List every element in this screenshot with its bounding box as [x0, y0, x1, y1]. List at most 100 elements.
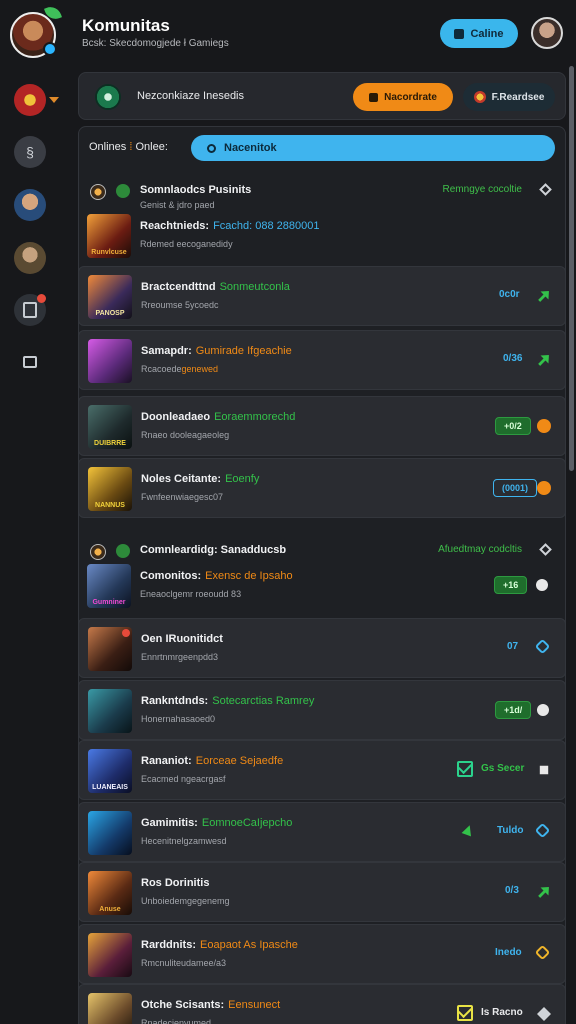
row-title-main: Doonleadaeo [141, 411, 211, 423]
scrollbar[interactable] [568, 66, 574, 1024]
app-subtitle: Bcsk: Skecdomogjede ł Gamiegs [82, 38, 229, 49]
sidebar-item-discover[interactable]: § [14, 136, 46, 168]
row-subtitle: Rnaeo dooleagaeoleg [141, 430, 229, 440]
row-subtitle-text: Hecenitnelgzamwesd [141, 836, 227, 846]
row-title-main: Reachtnieds: [140, 220, 210, 232]
sidebar-item-guild[interactable] [14, 84, 46, 116]
share-arrow-icon[interactable] [534, 350, 554, 370]
community-thumbnail[interactable]: NANNUS [88, 467, 132, 511]
dark-action-button[interactable]: F.Reardsee [463, 83, 555, 111]
community-thumbnail[interactable] [88, 933, 132, 977]
community-avatar[interactable] [10, 4, 62, 58]
trophy-icon [473, 91, 486, 103]
checkbox-icon[interactable] [457, 761, 473, 777]
community-thumbnail[interactable]: Runvlcuse [87, 214, 131, 258]
community-thumbnail[interactable] [88, 339, 132, 383]
community-row[interactable]: Otche Scisants: Eensunect Rnadecienvumed Is… [78, 984, 566, 1024]
row-title: Rarddnits: Eoapaot As Ipasche [141, 939, 298, 951]
community-thumbnail[interactable] [88, 627, 132, 671]
community-row[interactable]: Rarddnits: Eoapaot As Ipasche Rmcnuliteuda… [78, 924, 566, 984]
settings-diamond-icon[interactable] [539, 543, 552, 556]
status-dot-icon[interactable] [536, 579, 548, 591]
chevron-down-icon[interactable] [49, 97, 59, 103]
share-arrow-icon[interactable] [534, 286, 554, 306]
row-title-main: Gamimitis: [141, 817, 198, 829]
settings-diamond-icon[interactable] [539, 183, 552, 196]
community-row[interactable]: PANOSP Bractcendttnd Sonmeutconla Rreoumse … [78, 266, 566, 326]
coin-icon[interactable] [537, 419, 551, 433]
row-title: Gamimitis: EomnoeCaIjepcho [141, 817, 292, 829]
community-row[interactable]: Gumniner Comonitos: Exensc de Ipsaho Eneaoc… [78, 556, 566, 616]
row-subtitle: Rnadecienvumed [141, 1018, 211, 1024]
community-thumbnail[interactable] [88, 811, 132, 855]
sidebar-item-inbox[interactable] [20, 352, 40, 372]
trend-up-icon [461, 823, 475, 837]
leaf-icon [44, 4, 62, 22]
row-subtitle-highlight: genewed [181, 364, 219, 374]
row-title-main: Comonitos: [140, 570, 202, 582]
row-title-tag: Exensc de Ipsaho [205, 570, 293, 582]
community-thumbnail[interactable]: Anuse [88, 871, 132, 915]
sidebar-item-notes[interactable] [14, 294, 46, 326]
row-title-main: Rarddnits: [141, 939, 196, 951]
row-value: Inedo [495, 947, 522, 958]
swirl-icon[interactable] [534, 944, 551, 961]
sidebar-item-friend-2[interactable] [14, 242, 46, 274]
row-title: Rankntdnds: Sotecarctias Ramrey [141, 695, 314, 707]
search-bar[interactable] [191, 135, 555, 161]
community-thumbnail[interactable] [88, 993, 132, 1024]
community-thumbnail[interactable]: PANOSP [88, 275, 132, 319]
row-value: Tuldo [497, 825, 524, 836]
community-thumbnail[interactable]: Gumniner [87, 564, 131, 608]
orange-action-button[interactable]: Nacordrate [353, 83, 453, 111]
user-avatar[interactable] [531, 17, 563, 49]
search-input[interactable] [224, 142, 524, 154]
community-row[interactable]: Rankntdnds: Sotecarctias Ramrey Honernahas… [78, 680, 566, 740]
swirl-icon[interactable] [534, 822, 551, 839]
community-row[interactable]: Oen IRuonitidct Ennrtnmrgeenpdd3 07 [78, 618, 566, 678]
community-thumbnail[interactable] [88, 689, 132, 733]
row-subtitle: Honernahasaoed0 [141, 714, 215, 724]
thumbnail-caption: DUIBRRE [94, 440, 126, 447]
community-row[interactable]: DUIBRRE Doonleadaeo Eoraemmorechd Rnaeo doo… [78, 396, 566, 456]
row-value: Is Racno [481, 1007, 523, 1018]
share-arrow-icon[interactable] [534, 882, 554, 902]
row-value: 0/3 [505, 885, 519, 896]
coin-icon[interactable] [537, 481, 551, 495]
section-status: Afuedtmay codcltis [438, 544, 522, 555]
online-button[interactable]: Caline [440, 19, 518, 48]
row-subtitle-text: Rcacoede [141, 364, 182, 374]
community-row[interactable]: Anuse Ros Dorinitis Unboiedemgegenemg 0/3 [78, 862, 566, 922]
community-thumbnail[interactable]: LUANEAIS [88, 749, 132, 793]
row-subtitle: Ennrtnmrgeenpdd3 [141, 652, 218, 662]
notification-text: Nezconkiaze Inesedis [137, 90, 245, 102]
row-value: 07 [507, 641, 519, 652]
checkbox-icon[interactable] [457, 1005, 473, 1021]
row-title: Noles Ceitante: Eoenfy [141, 473, 259, 485]
scrollbar-thumb[interactable] [569, 66, 574, 471]
row-title-tag: Sonmeutconla [219, 281, 290, 293]
notification-bar: Nezconkiaze Inesedis Nacordrate F.Reards… [78, 72, 566, 120]
community-thumbnail[interactable]: DUIBRRE [88, 405, 132, 449]
row-subtitle: Fwnfeenwiaegesc07 [141, 492, 223, 502]
community-row[interactable]: Samapdr: Gumirade Ifgeachie Rcacoedegenewe… [78, 330, 566, 390]
community-row[interactable]: Gamimitis: EomnoeCaIjepcho Hecenitnelgzamw… [78, 802, 566, 862]
community-row[interactable]: LUANEAIS Rananiot: Eorceae Sejaedfe Ecacmed… [78, 740, 566, 800]
dice-icon[interactable] [537, 1007, 551, 1021]
row-value: Gs Secer [481, 763, 525, 774]
row-subtitle-text: Rnaeo dooleagaeoleg [141, 430, 230, 440]
row-value: 0/36 [503, 353, 523, 364]
row-title-tag: Sotecarctias Ramrey [212, 695, 315, 707]
row-title-main: Oen IRuonitidct [141, 633, 223, 645]
community-row[interactable]: NANNUS Noles Ceitante: Eoenfy Fwnfeenwiaege… [78, 458, 566, 518]
row-subtitle-text: Ennrtnmrgeenpdd3 [141, 652, 219, 662]
row-title-tag: Gumirade Ifgeachie [195, 345, 292, 357]
sidebar: § [0, 66, 66, 1024]
puzzle-icon[interactable] [539, 765, 549, 775]
community-row[interactable]: Runvlcuse Reachtnieds: Fcachd: 088 2880001… [78, 206, 566, 266]
notification-dot [122, 629, 130, 637]
document-icon [23, 302, 37, 318]
swirl-icon[interactable] [534, 638, 551, 655]
sidebar-item-friend-1[interactable] [14, 189, 46, 221]
status-dot-icon[interactable] [537, 704, 549, 716]
